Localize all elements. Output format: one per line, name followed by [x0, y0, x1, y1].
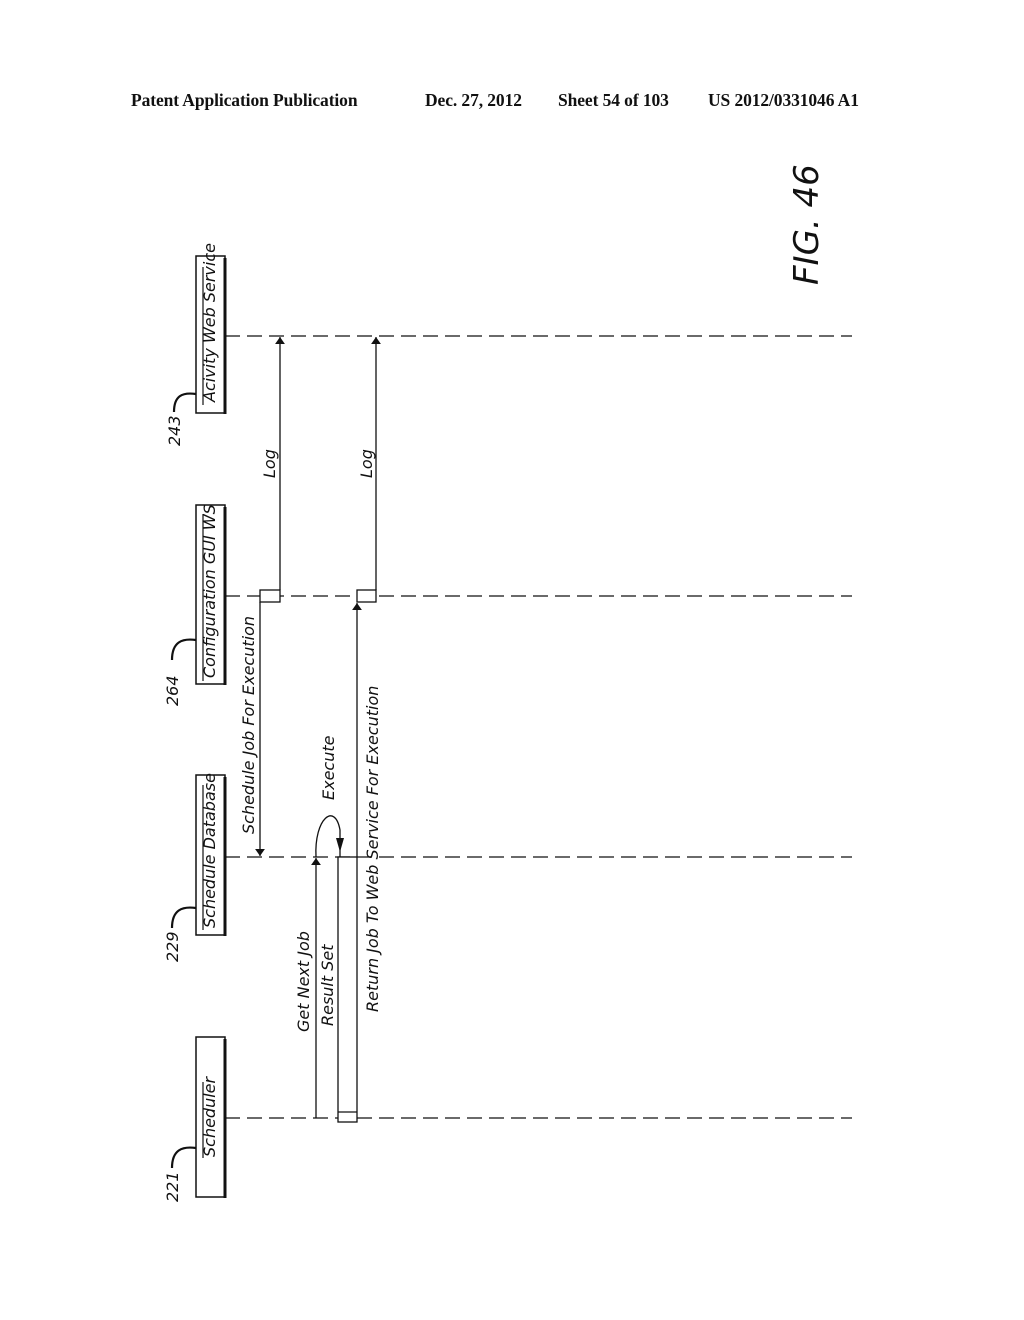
lifeline-scheduler: Scheduler 221	[163, 1036, 852, 1202]
reference-number: 229	[163, 931, 182, 962]
activation-bar	[356, 589, 377, 603]
arrowhead	[336, 838, 344, 852]
leader-line	[170, 1146, 197, 1169]
message-label: Log	[357, 449, 376, 478]
message-execute: Execute	[315, 735, 344, 858]
message-label: Execute	[319, 735, 338, 800]
message-label: Log	[260, 449, 279, 478]
message-label: Result Set	[318, 944, 337, 1026]
lifeline-activity-web-service: Acivity Web Service 243	[165, 243, 852, 446]
message-label: Return Job To Web Service For Execution	[363, 686, 382, 1012]
reference-number: 243	[165, 415, 184, 446]
activation-bar	[259, 589, 281, 603]
lifeline-schedule-database: Schedule Database 229	[163, 773, 852, 962]
reference-number: 264	[163, 675, 182, 706]
figure-label: FIG. 46	[787, 164, 827, 285]
message-label: Get Next Job	[294, 931, 313, 1032]
message-schedule-job: Schedule Job For Execution	[239, 602, 265, 856]
reference-number: 221	[163, 1171, 182, 1202]
message-label: Schedule Job For Execution	[239, 616, 258, 834]
message-get-next-job: Get Next Job	[294, 858, 321, 1118]
leader-line	[172, 392, 197, 413]
activation-bar	[337, 856, 358, 1123]
self-call-loop	[315, 815, 341, 858]
message-result-set: Result Set	[318, 944, 337, 1026]
message-log-2: Log	[357, 337, 381, 590]
leader-line	[170, 906, 197, 929]
leader-line	[170, 638, 197, 661]
message-return-job: Return Job To Web Service For Execution	[352, 603, 382, 1012]
lifeline-configuration-gui-ws: Configuration GUI WS 264	[163, 504, 852, 706]
message-log-1: Log	[260, 337, 285, 590]
sequence-diagram: Acivity Web Service 243 Configuration GU…	[163, 164, 852, 1202]
